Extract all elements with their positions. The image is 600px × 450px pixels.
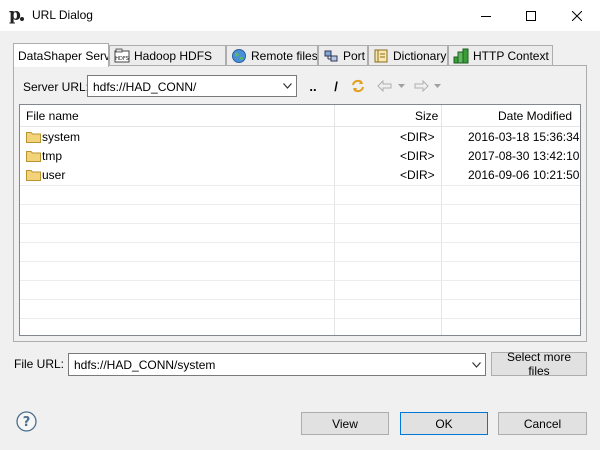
- tab-label: Remote files: [251, 49, 318, 63]
- port-icon: [324, 50, 338, 62]
- arrow-right-icon: [414, 80, 429, 92]
- table-header: File name Size Date Modified: [20, 105, 580, 127]
- globe-icon: [232, 49, 246, 63]
- root-directory-button[interactable]: /: [329, 76, 343, 96]
- url-dialog: p URL Dialog DataShaper Serv HDFS Hadoop…: [0, 0, 600, 450]
- table-row[interactable]: tmp <DIR> 2017-08-30 13:42:10: [20, 147, 580, 166]
- tab-label: HTTP Context: [473, 49, 549, 63]
- back-history-dropdown[interactable]: [396, 76, 406, 96]
- dictionary-icon: [374, 49, 388, 63]
- file-url-combo[interactable]: hdfs://HAD_CONN/system: [68, 353, 486, 376]
- help-icon: ?: [16, 411, 37, 432]
- size-cell: <DIR>: [400, 149, 435, 163]
- column-header-file-name[interactable]: File name: [26, 109, 79, 123]
- file-url-value: hdfs://HAD_CONN/system: [74, 358, 216, 372]
- tab-panel: Server URL: hdfs://HAD_CONN/ .. / File n…: [13, 65, 587, 342]
- tab-label: Port: [343, 49, 366, 63]
- minimize-icon: [481, 15, 491, 17]
- cancel-button[interactable]: Cancel: [498, 412, 587, 435]
- date-cell: 2017-08-30 13:42:10: [468, 149, 580, 163]
- date-cell: 2016-09-06 10:21:50: [468, 168, 580, 182]
- column-header-size[interactable]: Size: [415, 109, 438, 123]
- tab-hadoop-hdfs[interactable]: HDFS Hadoop HDFS: [109, 45, 226, 66]
- parent-directory-button[interactable]: ..: [305, 76, 321, 96]
- date-cell: 2016-03-18 15:36:34: [468, 130, 580, 144]
- tab-label: Hadoop HDFS: [134, 49, 213, 63]
- row-divider: [20, 299, 580, 300]
- chevron-down-icon: [397, 84, 405, 88]
- refresh-button[interactable]: [348, 76, 368, 96]
- maximize-icon: [526, 10, 536, 21]
- arrow-left-icon: [377, 80, 392, 92]
- back-button[interactable]: [376, 76, 394, 96]
- tab-remote-files[interactable]: Remote files: [226, 45, 318, 66]
- row-divider: [20, 242, 580, 243]
- size-cell: <DIR>: [400, 130, 435, 144]
- tab-dictionary[interactable]: Dictionary: [368, 45, 448, 66]
- chevron-down-icon[interactable]: [467, 354, 485, 375]
- row-divider: [20, 204, 580, 205]
- file-name-cell: user: [42, 168, 66, 182]
- row-divider: [20, 280, 580, 281]
- close-icon: [572, 10, 582, 21]
- folder-icon: [26, 151, 41, 162]
- svg-text:?: ?: [23, 415, 31, 430]
- select-more-files-button[interactable]: Select more files: [491, 350, 587, 378]
- close-button[interactable]: [554, 0, 600, 31]
- tab-http-context[interactable]: HTTP Context: [448, 45, 553, 66]
- maximize-button[interactable]: [508, 0, 554, 31]
- forward-history-dropdown[interactable]: [432, 76, 442, 96]
- view-button[interactable]: View: [301, 412, 389, 435]
- hdfs-icon: HDFS: [114, 48, 130, 63]
- server-url-value: hdfs://HAD_CONN/: [93, 80, 197, 94]
- forward-button[interactable]: [412, 76, 430, 96]
- minimize-button[interactable]: [463, 0, 509, 31]
- file-list-table[interactable]: File name Size Date Modified system <DIR…: [19, 104, 581, 336]
- column-header-date-modified[interactable]: Date Modified: [498, 109, 572, 123]
- server-url-combo[interactable]: hdfs://HAD_CONN/: [87, 75, 297, 97]
- row-divider: [20, 318, 580, 319]
- tab-label: DataShaper Serv: [18, 48, 109, 63]
- row-divider: [20, 185, 580, 186]
- server-url-label: Server URL:: [23, 80, 90, 94]
- row-divider: [20, 261, 580, 262]
- chevron-down-icon: [433, 84, 441, 88]
- file-name-cell: system: [42, 130, 81, 144]
- folder-icon: [26, 132, 41, 143]
- size-cell: <DIR>: [400, 168, 435, 182]
- tab-label: Dictionary: [393, 49, 447, 63]
- table-row[interactable]: system <DIR> 2016-03-18 15:36:34: [20, 128, 580, 147]
- refresh-icon: [352, 79, 364, 93]
- table-row[interactable]: user <DIR> 2016-09-06 10:21:50: [20, 166, 580, 185]
- row-divider: [20, 223, 580, 224]
- file-url-label: File URL:: [14, 357, 65, 371]
- http-context-icon: [453, 48, 469, 64]
- window-title: URL Dialog: [32, 8, 93, 22]
- app-icon: p: [9, 6, 25, 24]
- tab-datashaper-server[interactable]: DataShaper Serv: [13, 43, 109, 67]
- chevron-down-icon[interactable]: [278, 76, 296, 96]
- source-tabs: DataShaper Serv HDFS Hadoop HDFS Remote …: [13, 43, 587, 67]
- ok-button[interactable]: OK: [400, 412, 488, 435]
- tab-port[interactable]: Port: [318, 45, 368, 66]
- file-name-cell: tmp: [42, 149, 63, 163]
- title-bar: p URL Dialog: [0, 0, 600, 31]
- svg-text:HDFS: HDFS: [115, 56, 129, 62]
- help-button[interactable]: ?: [16, 411, 37, 432]
- folder-icon: [26, 170, 41, 181]
